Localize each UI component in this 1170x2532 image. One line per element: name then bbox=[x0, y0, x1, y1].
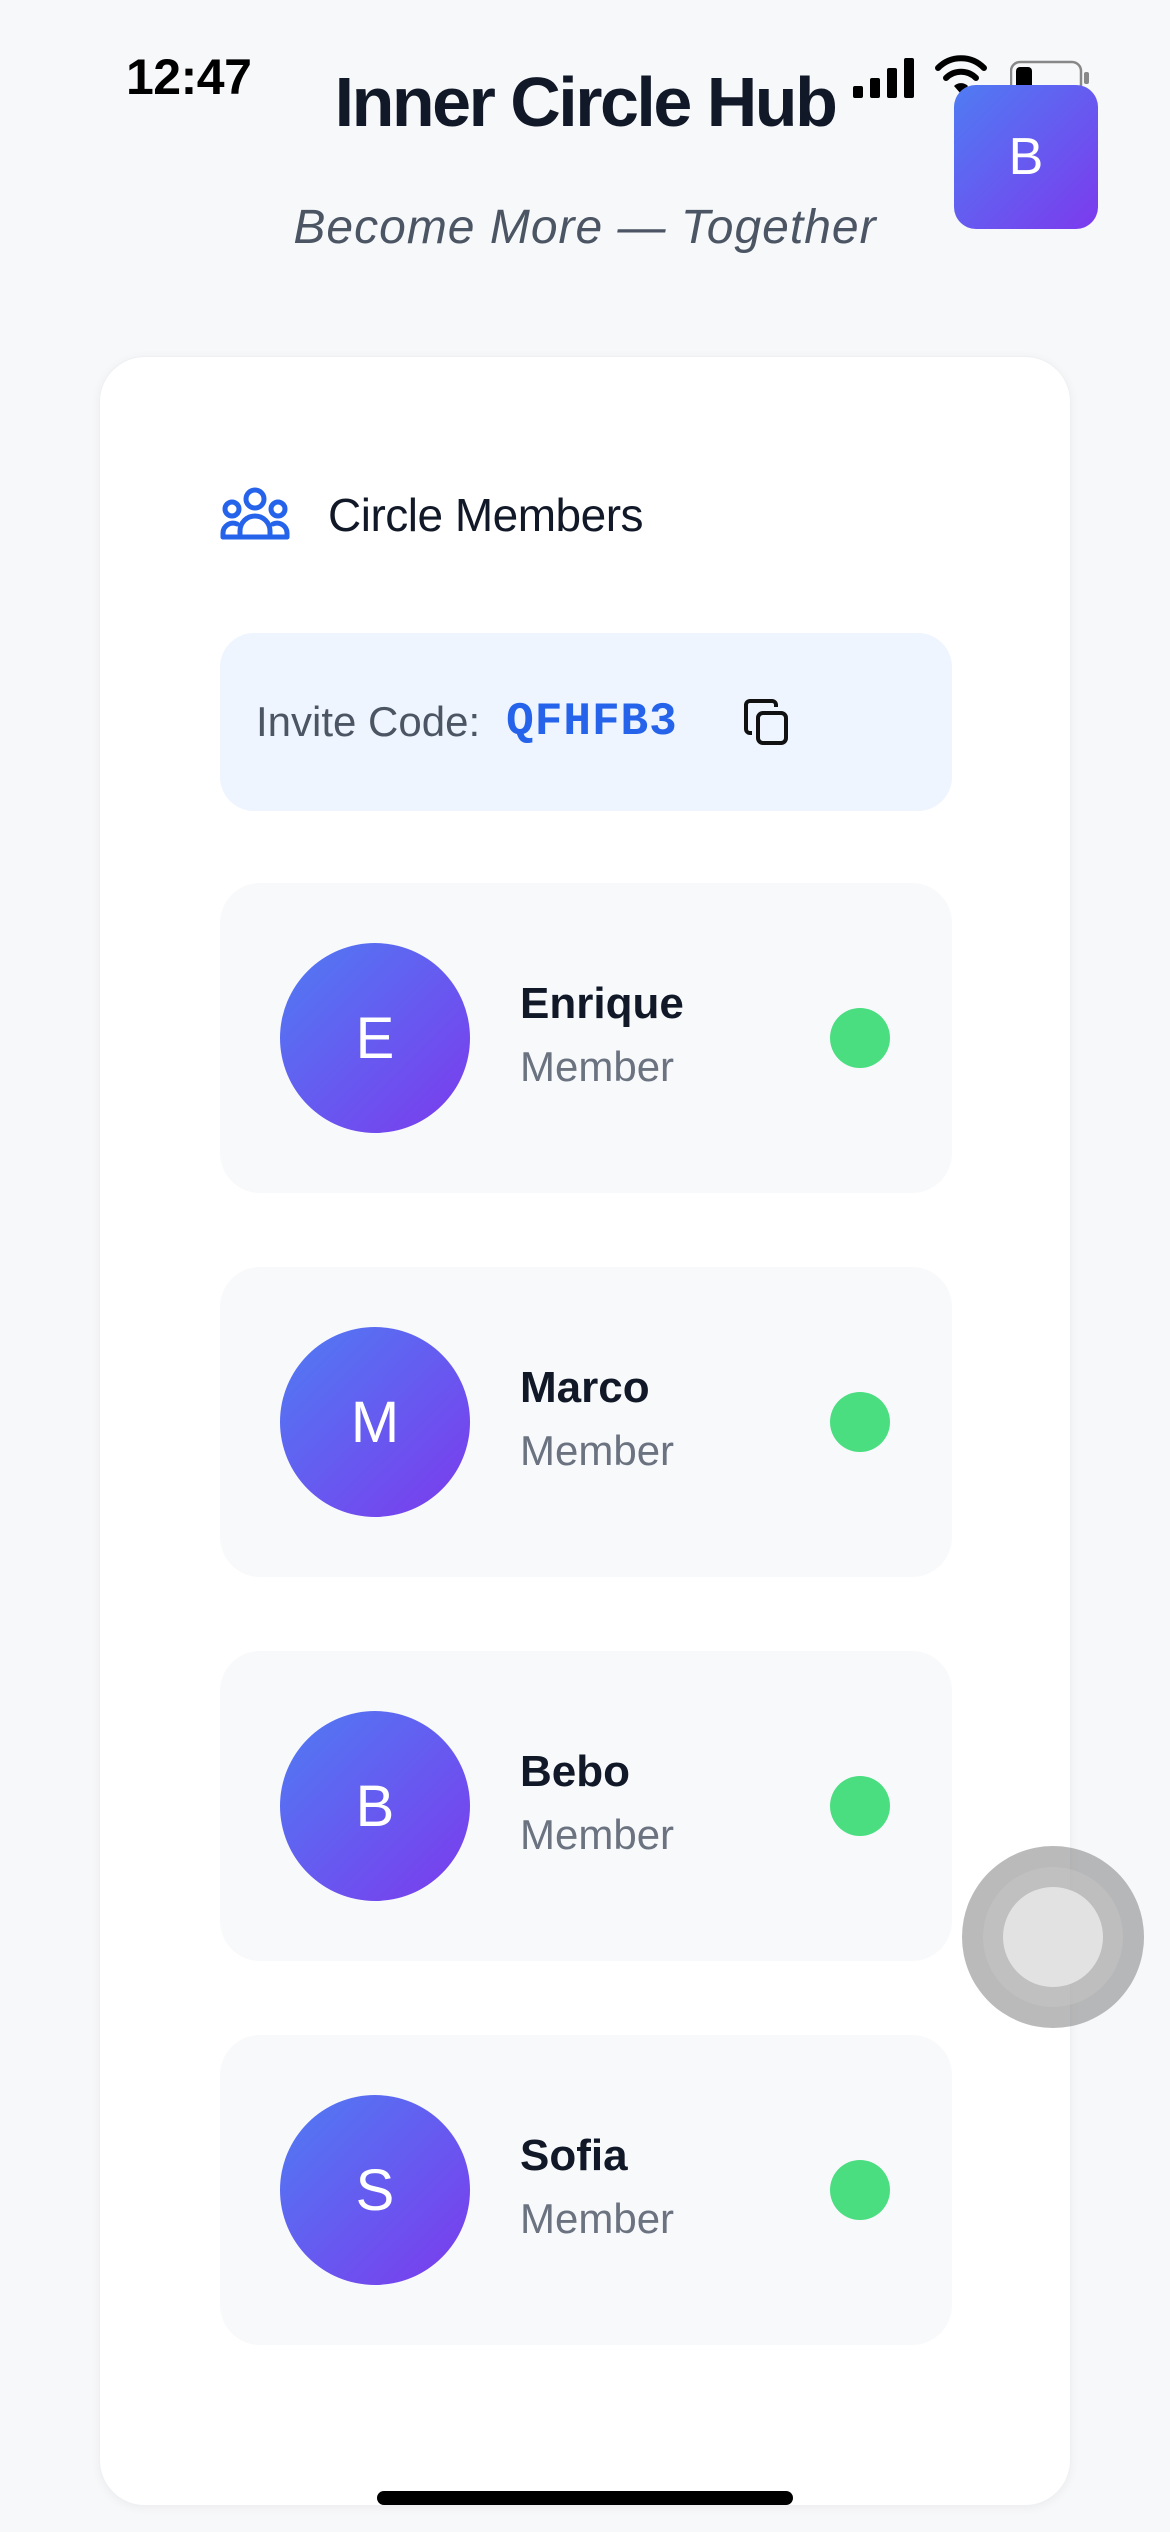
member-name: Sofia bbox=[520, 2131, 628, 2180]
member-card[interactable]: M Marco Member bbox=[220, 1267, 952, 1577]
member-role: Member bbox=[520, 1811, 675, 1858]
online-status-dot bbox=[830, 1776, 890, 1836]
profile-button[interactable]: B bbox=[954, 85, 1098, 229]
assistive-touch-ring bbox=[983, 1867, 1123, 2007]
avatar: S bbox=[280, 2095, 470, 2285]
member-card[interactable]: E Enrique Member bbox=[220, 883, 952, 1193]
avatar: M bbox=[280, 1327, 470, 1517]
avatar-initial: B bbox=[355, 1773, 395, 1839]
member-role: Member bbox=[520, 1043, 675, 1090]
assistive-touch-core bbox=[1003, 1887, 1103, 1987]
member-name: Marco bbox=[520, 1363, 650, 1412]
member-role: Member bbox=[520, 1427, 675, 1474]
online-status-dot bbox=[830, 2160, 890, 2220]
avatar-initial: S bbox=[355, 2157, 395, 2223]
online-status-dot bbox=[830, 1008, 890, 1068]
member-card[interactable]: S Sofia Member bbox=[220, 2035, 952, 2345]
avatar: E bbox=[280, 943, 470, 1133]
member-role: Member bbox=[520, 2195, 675, 2242]
invite-code-box: Invite Code: QFHFB3 bbox=[220, 633, 952, 811]
avatar-initial: E bbox=[355, 1005, 395, 1071]
member-name: Enrique bbox=[520, 979, 684, 1028]
avatar-initial: M bbox=[350, 1389, 400, 1455]
invite-code-value: QFHFB3 bbox=[506, 696, 678, 748]
online-status-dot bbox=[830, 1392, 890, 1452]
section-title: Circle Members bbox=[328, 489, 644, 541]
copy-icon[interactable] bbox=[742, 697, 792, 747]
users-icon bbox=[220, 487, 290, 540]
assistive-touch-button[interactable] bbox=[962, 1846, 1144, 2028]
member-name: Bebo bbox=[520, 1747, 630, 1796]
avatar: B bbox=[280, 1711, 470, 1901]
profile-initial: B bbox=[1008, 128, 1044, 186]
invite-code-label: Invite Code: bbox=[256, 698, 481, 745]
member-card[interactable]: B Bebo Member bbox=[220, 1651, 952, 1961]
home-indicator[interactable] bbox=[377, 2491, 793, 2505]
section-header: Circle Members bbox=[220, 485, 644, 545]
circle-members-card: Circle Members Invite Code: QFHFB3 E Enr… bbox=[99, 356, 1071, 2506]
